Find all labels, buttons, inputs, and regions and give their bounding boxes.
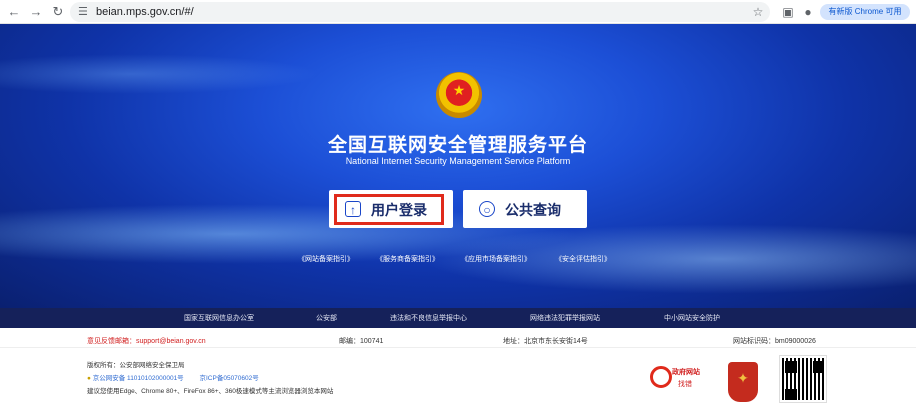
footer-link[interactable]: 国家互联网信息办公室 [184,313,254,323]
footer-links-bar: 国家互联网信息办公室 公安部 违法和不良信息举报中心 网络违法犯罪举报网站 中小… [0,308,916,328]
icp-link[interactable]: 京ICP备05070602号 [200,375,259,382]
page-subtitle: National Internet Security Management Se… [345,156,571,166]
gov-logo-text: 政府网站 [672,369,700,376]
footer-link[interactable]: 中小网站安全防护 [664,313,720,323]
police-emblem-icon: ★ [436,72,482,118]
login-label: 用户登录 [371,202,427,218]
reload-icon[interactable]: ↻ [50,4,66,20]
guide-link-website[interactable]: 《网站备案指引》 [298,254,354,264]
search-icon: ○ [479,201,495,217]
site-id: 网站标识码：bm09000026 [733,338,816,345]
query-label: 公共查询 [505,202,561,218]
gov-site-error-logo[interactable]: 政府网站 找错 [650,366,712,392]
gov-logo-sub: 找错 [678,381,692,388]
address: 地址：北京市东长安街14号 [503,338,588,345]
login-icon: ↑ [345,201,361,217]
footer-link[interactable]: 公安部 [316,313,337,323]
sidebar-icon[interactable]: ▣ [780,4,796,20]
guide-link-provider[interactable]: 《服务商备案指引》 [376,254,439,264]
contact-info-row: 意见反馈邮箱：support@beian.gov.cn 邮编：100741 地址… [0,328,916,348]
police-record-link[interactable]: 京公网安备 11010102000001号 [93,375,184,382]
profile-icon[interactable]: ● [800,4,816,20]
footer-link[interactable]: 违法和不良信息举报中心 [390,313,467,323]
magnifier-icon [650,366,672,388]
record-line: ● 京公网安备 11010102000001号 京ICP备05070602号 [87,372,259,382]
footer-link[interactable]: 网络违法犯罪举报网站 [530,313,600,323]
qr-code [779,355,827,403]
user-login-button[interactable]: ↑ 用户登录 [329,190,453,228]
hero-banner: ★ 全国互联网安全管理服务平台 National Internet Securi… [0,24,916,308]
police-record-icon: ● [87,375,91,382]
public-query-button[interactable]: ○ 公共查询 [463,190,587,228]
star-icon[interactable]: ☆ [750,4,766,20]
address-bar[interactable]: ☰ beian.mps.gov.cn/#/ [70,2,770,22]
copyright-owner: 版权所有：公安部网络安全保卫局 [87,362,185,369]
back-icon[interactable]: ← [6,4,22,20]
copyright-section: 版权所有：公安部网络安全保卫局 ● 京公网安备 11010102000001号 … [0,348,916,412]
browser-toolbar: ← → ↻ ☰ beian.mps.gov.cn/#/ ☆ ▣ ● 有新版 Ch… [0,0,916,24]
site-info-icon[interactable]: ☰ [78,5,88,19]
browser-tip: 建议您使用Edge、Chrome 80+、FireFox 86+、360极速模式… [87,388,334,395]
light-streak [0,54,320,94]
url-text[interactable]: beian.mps.gov.cn/#/ [96,5,194,19]
update-chrome-button[interactable]: 有新版 Chrome 可用 [820,4,910,20]
page-title: 全国互联网安全管理服务平台 [327,135,588,156]
feedback-email[interactable]: 意见反馈邮箱：support@beian.gov.cn [87,336,206,346]
police-badge-icon[interactable]: ✦ [728,362,758,402]
forward-icon[interactable]: → [28,4,44,20]
guide-link-assessment[interactable]: 《安全评估指引》 [555,254,611,264]
guide-link-appstore[interactable]: 《应用市场备案指引》 [461,254,531,264]
postcode: 邮编：100741 [339,338,384,345]
